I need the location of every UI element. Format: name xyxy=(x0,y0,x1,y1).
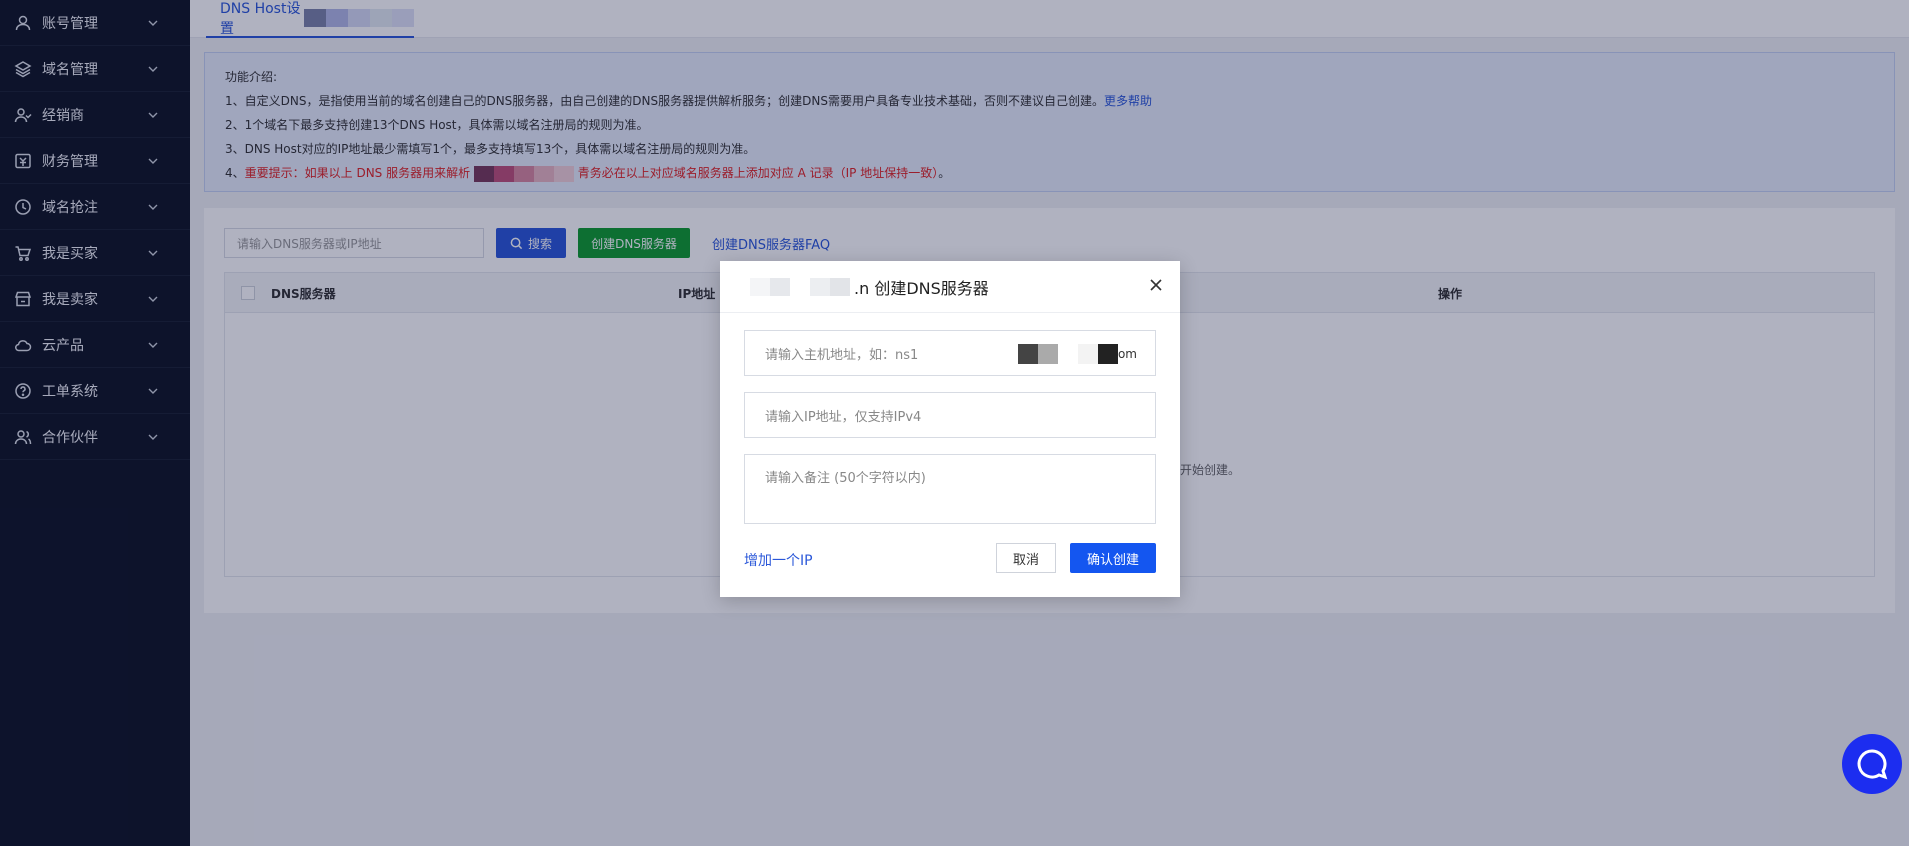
close-icon[interactable] xyxy=(1146,275,1166,295)
chat-icon xyxy=(1857,749,1888,780)
redacted-mosaic xyxy=(1017,344,1038,364)
modal-title: .n 创建DNS服务器 xyxy=(750,275,989,299)
redacted-mosaic xyxy=(750,277,850,296)
cancel-button[interactable]: 取消 xyxy=(996,543,1056,573)
add-ip-link[interactable]: 增加一个IP xyxy=(744,546,813,574)
redacted-mosaic xyxy=(1037,344,1058,364)
redacted-mosaic xyxy=(1097,344,1118,364)
ip-address-input[interactable]: 请输入IP地址，仅支持IPv4 xyxy=(744,392,1156,438)
note-textarea[interactable]: 请输入备注 (50个字符以内) xyxy=(744,454,1156,524)
modal-title-text: .n 创建DNS服务器 xyxy=(854,278,989,298)
host-address-placeholder: 请输入主机地址，如：ns1 xyxy=(765,347,919,363)
redacted-mosaic xyxy=(1077,344,1098,364)
domain-suffix-text: om xyxy=(1117,347,1137,361)
modal-header: .n 创建DNS服务器 xyxy=(720,261,1180,313)
redacted-mosaic xyxy=(1057,344,1078,364)
create-dns-modal: .n 创建DNS服务器 请输入主机地址，如：ns1 om 请输入IP地址，仅支持… xyxy=(720,261,1180,597)
domain-suffix: om xyxy=(1017,343,1137,365)
chat-support-button[interactable] xyxy=(1842,734,1902,794)
confirm-create-button[interactable]: 确认创建 xyxy=(1070,543,1156,573)
host-address-input[interactable]: 请输入主机地址，如：ns1 om xyxy=(744,330,1156,376)
